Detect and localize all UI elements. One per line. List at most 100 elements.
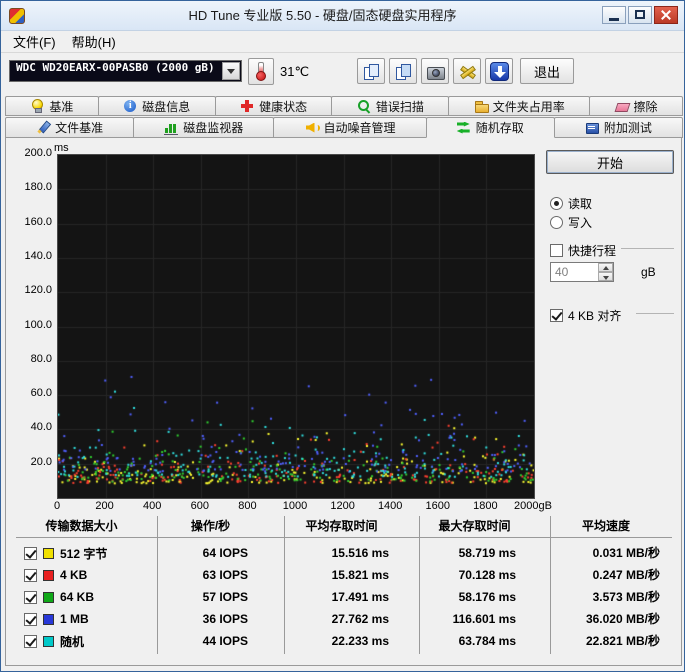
tab-label: 随机存取 bbox=[475, 121, 524, 135]
shortstroke-group-line bbox=[621, 248, 674, 249]
y-axis-tick: 100.0 bbox=[24, 318, 52, 331]
info-icon bbox=[123, 99, 137, 113]
tab-file-benchmark[interactable]: 文件基准 bbox=[5, 117, 135, 138]
table-value-cell: 70.128 ms bbox=[458, 568, 516, 582]
y-axis-unit-label: ms bbox=[54, 142, 69, 154]
x-axis-tick: 1000 bbox=[282, 500, 308, 512]
app-icon bbox=[9, 8, 25, 24]
read-option[interactable]: 读取 bbox=[550, 195, 592, 212]
scan-icon bbox=[357, 99, 371, 113]
health-icon bbox=[240, 99, 254, 113]
copy-text-icon bbox=[363, 63, 379, 80]
table-value-cell: 15.821 ms bbox=[331, 568, 389, 582]
tab-row-1: 基准 磁盘信息 健康状态 错误扫描 文件夹占用率 擦除 bbox=[5, 94, 683, 116]
write-radio[interactable] bbox=[550, 216, 563, 229]
tab-random-access[interactable]: 随机存取 bbox=[425, 117, 555, 138]
align-4kb-checkbox[interactable] bbox=[550, 309, 563, 322]
tab-extra-tests[interactable]: 附加测试 bbox=[553, 117, 684, 138]
y-axis-tick: 200.0 bbox=[24, 147, 52, 159]
series-checkbox[interactable] bbox=[24, 590, 37, 604]
read-radio[interactable] bbox=[550, 197, 563, 210]
y-axis-tick: 20.0 bbox=[30, 455, 52, 468]
tab-health[interactable]: 健康状态 bbox=[214, 96, 333, 116]
tab-row-2: 文件基准 磁盘监视器 自动噪音管理 随机存取 附加测试 bbox=[5, 116, 684, 138]
series-color-swatch bbox=[43, 569, 54, 581]
table-value-cell: 27.762 ms bbox=[331, 612, 389, 626]
chevron-down-icon[interactable] bbox=[222, 62, 240, 80]
table-value-cell: 0.031 MB/秒 bbox=[592, 546, 660, 560]
options-button[interactable] bbox=[453, 58, 481, 84]
series-label: 64 KB bbox=[60, 590, 95, 604]
tab-label: 附加测试 bbox=[603, 121, 652, 135]
series-checkbox[interactable] bbox=[24, 634, 37, 648]
tab-strip: 基准 磁盘信息 健康状态 错误扫描 文件夹占用率 擦除 文件基准 磁盘监视器 自动噪音管理 随机… bbox=[5, 94, 684, 138]
series-legend: 64 KB bbox=[16, 586, 147, 608]
table-value-cell: 0.247 MB/秒 bbox=[592, 568, 660, 582]
y-axis-tick: 180.0 bbox=[24, 181, 52, 194]
series-checkbox[interactable] bbox=[24, 612, 37, 626]
spin-down-icon[interactable] bbox=[598, 272, 613, 281]
tab-folder-usage[interactable]: 文件夹占用率 bbox=[448, 96, 591, 116]
series-checkbox[interactable] bbox=[24, 568, 37, 582]
table-value-cell: 58.719 ms bbox=[458, 546, 516, 560]
minimize-icon bbox=[609, 18, 619, 21]
series-color-swatch bbox=[43, 635, 54, 647]
copy-image-button[interactable] bbox=[389, 58, 417, 84]
x-axis-tick: 1200 bbox=[330, 500, 355, 512]
table-value-cell: 3.573 MB/秒 bbox=[592, 590, 660, 604]
menu-file[interactable]: 文件(F) bbox=[5, 30, 64, 53]
series-label: 4 KB bbox=[60, 568, 88, 582]
write-option[interactable]: 写入 bbox=[550, 214, 592, 231]
read-label: 读取 bbox=[568, 197, 593, 211]
save-results-button[interactable] bbox=[485, 58, 513, 84]
tab-aam[interactable]: 自动噪音管理 bbox=[273, 117, 427, 138]
screenshot-button[interactable] bbox=[421, 58, 449, 84]
table-value-cell: 15.516 ms bbox=[331, 546, 389, 560]
tab-label: 基准 bbox=[49, 99, 74, 114]
table-row-random: 随机 44 IOPS 22.233 ms 63.784 ms 22.821 MB/秒 bbox=[16, 630, 672, 652]
random-icon bbox=[457, 121, 471, 135]
down-triangle-icon bbox=[227, 69, 235, 78]
series-legend: 512 字节 bbox=[16, 542, 147, 564]
tab-disk-monitor[interactable]: 磁盘监视器 bbox=[133, 117, 275, 138]
series-checkbox[interactable] bbox=[24, 546, 37, 560]
table-row-4-kb: 4 KB 63 IOPS 15.821 ms 70.128 ms 0.247 MB/秒 bbox=[16, 564, 672, 586]
spin-up-icon[interactable] bbox=[598, 263, 613, 272]
maximize-button[interactable] bbox=[628, 6, 652, 24]
close-button[interactable] bbox=[654, 6, 678, 24]
exit-button[interactable]: 退出 bbox=[520, 58, 574, 84]
bulb-icon bbox=[30, 99, 44, 113]
start-button[interactable]: 开始 bbox=[546, 150, 674, 174]
tab-label: 磁盘信息 bbox=[142, 99, 191, 114]
align-4kb-option[interactable]: 4 KB 对齐 bbox=[550, 307, 621, 324]
shortstroke-unit-label: gB bbox=[641, 265, 656, 279]
shortstroke-size-field bbox=[550, 262, 614, 282]
table-value-cell: 36.020 MB/秒 bbox=[585, 612, 660, 626]
table-header-cell: 传输数据大小 bbox=[45, 519, 118, 533]
align-4kb-label: 4 KB 对齐 bbox=[568, 309, 622, 323]
copy-text-button[interactable] bbox=[357, 58, 385, 84]
menubar: 文件(F) 帮助(H) bbox=[1, 31, 684, 53]
table-row-512-bytes: 512 字节 64 IOPS 15.516 ms 58.719 ms 0.031 MB/… bbox=[16, 542, 672, 564]
drive-select[interactable]: WDC WD20EARX-00PASB0 (2000 gB) bbox=[9, 60, 242, 82]
table-row-1-mb: 1 MB 36 IOPS 27.762 ms 116.601 ms 36.020 MB/… bbox=[16, 608, 672, 630]
table-value-cell: 63.784 ms bbox=[458, 634, 516, 648]
shortstroke-checkbox[interactable] bbox=[550, 244, 563, 257]
x-axis-tick: 200 bbox=[95, 500, 114, 512]
tab-erase[interactable]: 擦除 bbox=[589, 96, 683, 116]
x-axis-tick: 600 bbox=[190, 500, 209, 512]
tab-label: 自动噪音管理 bbox=[323, 121, 396, 135]
x-axis-tick: 0 bbox=[53, 500, 61, 512]
temperature-button[interactable] bbox=[248, 58, 274, 85]
shortstroke-option[interactable]: 快捷行程 bbox=[550, 242, 616, 259]
speaker-icon bbox=[305, 121, 320, 135]
minimize-button[interactable] bbox=[602, 6, 626, 24]
results-table-header: 传输数据大小 操作/秒 平均存取时间 最大存取时间 平均速度 bbox=[16, 516, 672, 536]
tab-benchmark[interactable]: 基准 bbox=[5, 96, 99, 116]
table-value-cell: 58.176 ms bbox=[458, 590, 516, 604]
tab-label: 擦除 bbox=[633, 99, 658, 114]
tab-disk-info[interactable]: 磁盘信息 bbox=[97, 96, 216, 116]
menu-help[interactable]: 帮助(H) bbox=[64, 30, 124, 53]
y-axis-tick: 80.0 bbox=[30, 352, 52, 365]
tab-error-scan[interactable]: 错误扫描 bbox=[331, 96, 450, 116]
